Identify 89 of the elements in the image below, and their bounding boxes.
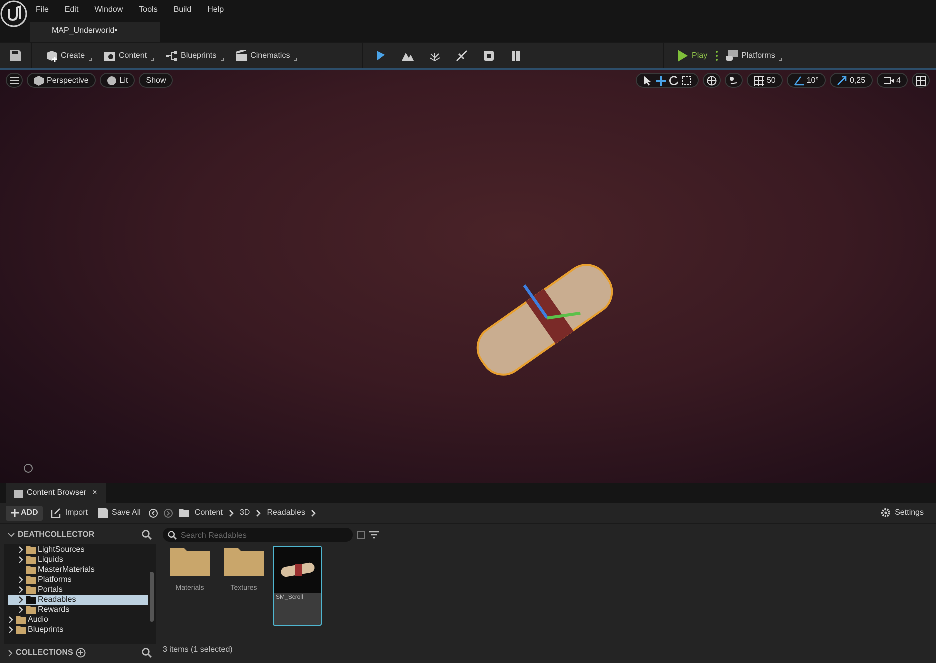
add-button[interactable]: ADD bbox=[6, 506, 44, 520]
sphere-icon bbox=[106, 76, 117, 86]
rotate-icon[interactable] bbox=[668, 76, 679, 86]
chevron-right-icon[interactable] bbox=[311, 510, 316, 516]
toolbar-action-button[interactable]: Save All bbox=[96, 506, 143, 520]
scrollbar-thumb[interactable] bbox=[150, 572, 154, 622]
menu-item[interactable]: Build bbox=[166, 0, 200, 16]
grid-icon bbox=[754, 76, 764, 86]
forward-icon[interactable] bbox=[164, 508, 173, 518]
folder-icon bbox=[170, 546, 210, 576]
layout-button[interactable] bbox=[912, 73, 930, 88]
scale-icon[interactable] bbox=[682, 76, 692, 86]
surface-snap-button[interactable] bbox=[724, 73, 743, 88]
menu-item[interactable]: File bbox=[28, 0, 57, 16]
folder-tree-item[interactable]: MasterMaterials bbox=[8, 565, 148, 575]
folder-tree-item[interactable]: Blueprints bbox=[8, 625, 148, 635]
layout-grid-icon bbox=[916, 76, 926, 86]
menu-item[interactable]: Tools bbox=[131, 0, 166, 16]
cube-plus-icon bbox=[46, 50, 57, 62]
angle-icon bbox=[794, 76, 804, 86]
add-circle-icon[interactable] bbox=[76, 648, 86, 658]
folder-tree-item[interactable]: Audio bbox=[8, 615, 148, 625]
toolbar-menu-button[interactable]: Blueprints bbox=[160, 44, 230, 68]
save-search-icon[interactable] bbox=[357, 531, 365, 539]
viewport-button[interactable]: Show bbox=[139, 73, 174, 88]
chevron-down-icon[interactable] bbox=[8, 532, 15, 538]
document-tab[interactable]: MAP_Underworld• bbox=[30, 22, 160, 42]
viewport-button[interactable]: Perspective bbox=[27, 73, 96, 88]
snap-setting-button[interactable]: 4 bbox=[876, 73, 908, 88]
breadcrumb-link[interactable]: 3D bbox=[240, 507, 250, 519]
play-icon bbox=[678, 50, 688, 62]
toolbar-menu-button[interactable]: Cinematics bbox=[230, 44, 304, 68]
viewport-menu-button[interactable] bbox=[6, 73, 23, 88]
folder-tree-item[interactable]: Liquids bbox=[8, 555, 148, 565]
menu-item[interactable]: Help bbox=[200, 0, 232, 16]
cube-icon bbox=[34, 76, 44, 86]
plus-icon bbox=[11, 508, 19, 517]
coordinate-space-button[interactable] bbox=[702, 73, 721, 88]
chevron-right-icon[interactable] bbox=[8, 650, 13, 656]
scale-arrow-icon bbox=[836, 76, 847, 86]
content-browser-icon bbox=[14, 488, 23, 498]
viewport-button[interactable]: Lit bbox=[100, 73, 136, 88]
camera-icon bbox=[884, 76, 894, 86]
toolbar-action-button[interactable]: Import bbox=[49, 506, 90, 520]
import-icon bbox=[51, 508, 62, 518]
scroll-thumbnail-icon bbox=[280, 562, 316, 578]
globe-icon bbox=[706, 76, 717, 86]
folder-tree-item[interactable]: LightSources bbox=[8, 545, 148, 555]
platforms-button[interactable]: Platforms bbox=[720, 44, 788, 68]
search-field[interactable]: Search Readables bbox=[163, 528, 353, 542]
search-icon bbox=[168, 530, 177, 540]
folder-icon bbox=[224, 546, 264, 576]
snap-setting-button[interactable]: 50 bbox=[746, 73, 783, 88]
breadcrumb-link[interactable]: Content bbox=[194, 507, 223, 519]
hamburger-menu-icon bbox=[10, 76, 19, 84]
snap-setting-button[interactable]: 0,25 bbox=[830, 73, 873, 88]
transform-tools[interactable] bbox=[636, 73, 699, 88]
kebab-icon bbox=[716, 50, 718, 60]
snap-icon bbox=[728, 76, 739, 86]
folder-tree-item[interactable]: Platforms bbox=[8, 575, 148, 585]
filter-icon[interactable] bbox=[369, 531, 379, 539]
node-graph-icon bbox=[166, 50, 178, 62]
tab-label[interactable]: Content Browser bbox=[27, 487, 87, 499]
settings-button[interactable]: Settings bbox=[875, 506, 930, 520]
menu-item[interactable]: Edit bbox=[56, 0, 87, 16]
move-icon[interactable] bbox=[656, 76, 666, 86]
back-icon[interactable] bbox=[148, 508, 158, 518]
folder-icon bbox=[178, 509, 189, 517]
search-icon[interactable] bbox=[142, 648, 152, 658]
folder-tree-item[interactable]: Portals bbox=[8, 585, 148, 595]
settings-icon bbox=[881, 508, 892, 518]
chevron-right-icon[interactable] bbox=[256, 510, 262, 516]
play-button[interactable]: Play bbox=[672, 44, 714, 68]
breadcrumb-link[interactable]: Readables bbox=[267, 507, 306, 519]
snap-setting-button[interactable]: 10° bbox=[786, 73, 826, 88]
search-icon[interactable] bbox=[142, 530, 152, 540]
close-button[interactable]: × bbox=[92, 487, 98, 499]
menu-item[interactable]: Window bbox=[86, 0, 132, 16]
folder-icon bbox=[104, 50, 116, 62]
toolbar-menu-button[interactable]: Create bbox=[40, 44, 98, 68]
cursor-icon[interactable] bbox=[642, 76, 653, 86]
content-browser-tab[interactable]: Content Browser × bbox=[6, 483, 106, 503]
status-text: 3 items (1 selected) bbox=[163, 644, 234, 656]
folder-tree-item[interactable]: Readables bbox=[8, 595, 148, 605]
chevron-right-icon[interactable] bbox=[228, 510, 234, 516]
clapperboard-icon bbox=[236, 50, 247, 62]
gamepad-icon bbox=[726, 50, 738, 61]
toolbar-menu-button[interactable]: Content bbox=[98, 44, 160, 68]
folder-tree-item[interactable]: Rewards bbox=[8, 605, 148, 615]
